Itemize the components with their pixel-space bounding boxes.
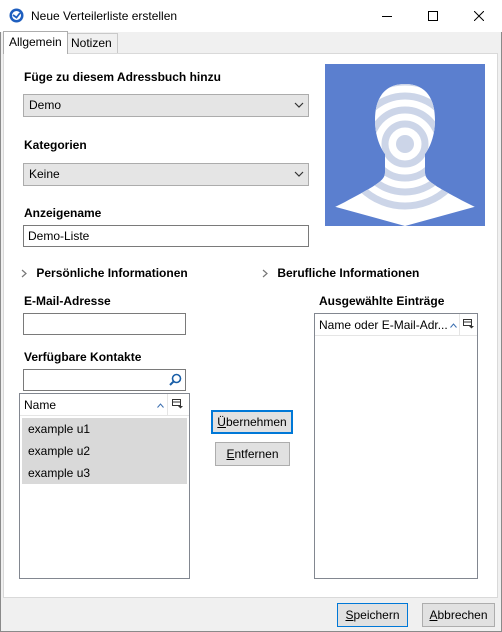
- maximize-button[interactable]: [410, 0, 456, 32]
- column-header-name-email[interactable]: Name oder E-Mail-Adr...: [319, 318, 448, 332]
- categories-select[interactable]: Keine: [23, 163, 309, 186]
- close-button[interactable]: [456, 0, 502, 32]
- window-border-left: [0, 32, 1, 632]
- displayname-label: Anzeigename: [24, 206, 102, 220]
- search-icon[interactable]: [169, 373, 182, 386]
- sort-up-icon: [450, 323, 457, 328]
- email-label: E-Mail-Adresse: [24, 294, 111, 308]
- chevron-right-icon: [262, 269, 268, 278]
- categories-value: Keine: [29, 167, 60, 181]
- personal-info-label: Persönliche Informationen: [36, 266, 188, 280]
- column-header-name[interactable]: Name: [24, 398, 56, 412]
- sort-up-icon: [157, 403, 164, 408]
- chevron-down-icon: [294, 102, 304, 108]
- minimize-icon: [382, 16, 392, 17]
- tab-allgemein[interactable]: Allgemein: [3, 31, 68, 54]
- addressbook-label: Füge zu diesem Adressbuch hinzu: [24, 70, 221, 84]
- close-icon: [474, 11, 484, 21]
- personal-info-toggle[interactable]: Persönliche Informationen: [20, 266, 188, 280]
- apply-accelerator: Ü: [217, 415, 226, 429]
- addressbook-select[interactable]: Demo: [23, 94, 309, 117]
- business-info-toggle[interactable]: Berufliche Informationen: [261, 266, 419, 280]
- column-picker-icon[interactable]: [172, 399, 183, 409]
- selected-entries-label: Ausgewählte Einträge: [319, 294, 445, 308]
- remove-label: ntfernen: [234, 447, 279, 461]
- save-button[interactable]: Speichern: [337, 603, 408, 627]
- maximize-icon: [428, 11, 438, 21]
- minimize-button[interactable]: [364, 0, 410, 32]
- list-item[interactable]: example u2: [22, 440, 187, 462]
- available-contacts-list[interactable]: Name example u1 example u2 example u3: [19, 393, 190, 579]
- list-header: Name oder E-Mail-Adr...: [315, 314, 477, 336]
- chevron-down-icon: [294, 171, 304, 177]
- app-icon: [9, 8, 24, 23]
- list-item[interactable]: example u3: [22, 462, 187, 484]
- remove-button[interactable]: Entfernen: [215, 442, 290, 466]
- window-title: Neue Verteilerliste erstellen: [31, 9, 178, 23]
- list-item[interactable]: example u1: [22, 418, 187, 440]
- save-label: peichern: [353, 608, 400, 622]
- selected-entries-list[interactable]: Name oder E-Mail-Adr...: [314, 313, 478, 579]
- apply-button[interactable]: Übernehmen: [211, 410, 293, 434]
- contacts-search-input[interactable]: [23, 369, 186, 391]
- column-picker-icon[interactable]: [463, 319, 474, 329]
- available-contacts-label: Verfügbare Kontakte: [24, 350, 142, 364]
- business-info-label: Berufliche Informationen: [277, 266, 420, 280]
- tab-notizen[interactable]: Notizen: [65, 33, 118, 53]
- cancel-button[interactable]: Abbrechen: [422, 603, 495, 627]
- list-header: Name: [20, 394, 189, 416]
- cancel-label: bbrechen: [437, 608, 488, 622]
- displayname-input[interactable]: Demo-Liste: [23, 225, 309, 247]
- apply-label: bernehmen: [225, 415, 287, 429]
- chevron-right-icon: [21, 269, 27, 278]
- addressbook-value: Demo: [29, 98, 62, 112]
- avatar-placeholder[interactable]: [325, 64, 485, 226]
- categories-label: Kategorien: [24, 138, 87, 152]
- email-field[interactable]: [23, 313, 186, 335]
